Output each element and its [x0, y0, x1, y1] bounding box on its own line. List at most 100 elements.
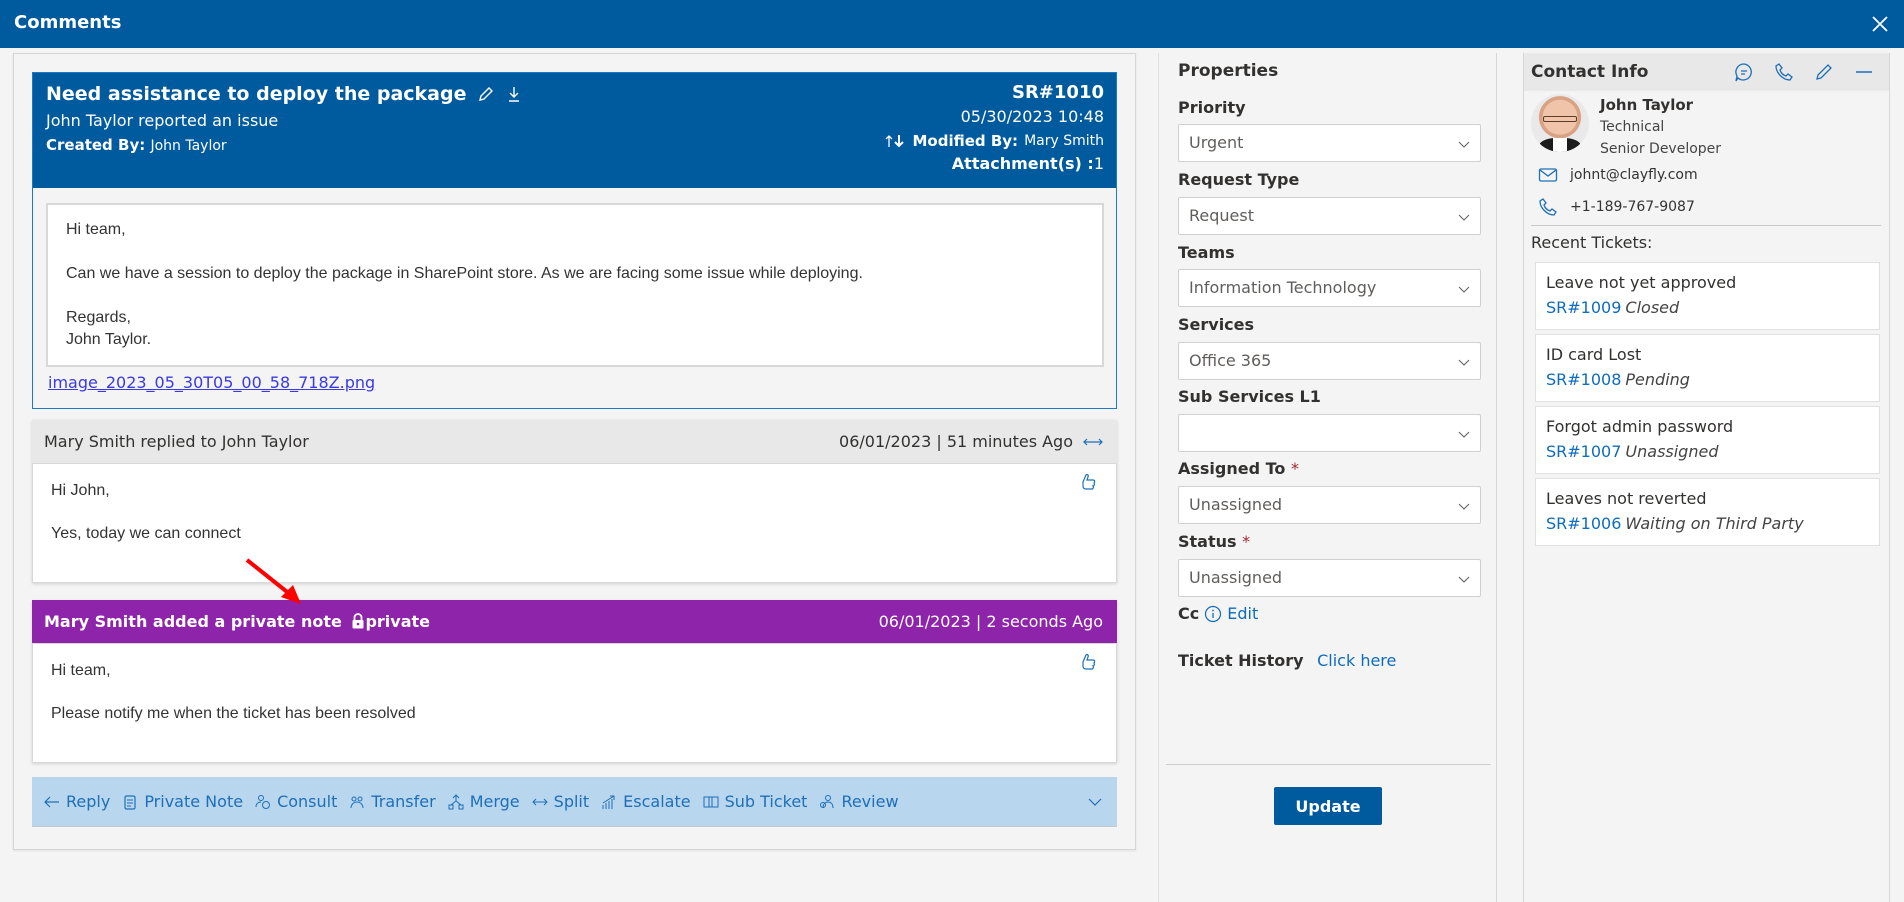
contact-department: Technical	[1600, 119, 1665, 135]
consult-label: Consult	[277, 792, 338, 811]
ticket-id: SR#1010	[1011, 82, 1104, 103]
contact-role: Senior Developer	[1600, 141, 1722, 157]
recent-ticket-id[interactable]: SR#1006	[1546, 514, 1621, 533]
update-button[interactable]: Update	[1274, 787, 1382, 825]
private-note-header-text: Mary Smith added a private note	[44, 612, 342, 631]
transfer-icon	[350, 796, 364, 808]
review-label: Review	[841, 792, 899, 811]
review-icon	[820, 794, 834, 808]
attachment-link[interactable]: image_2023_05_30T05_00_58_718Z.png	[48, 373, 375, 392]
ticket-subject-row: Need assistance to deploy the package	[46, 83, 523, 105]
review-button[interactable]: Review	[819, 792, 899, 811]
teams-label: Teams	[1178, 243, 1235, 262]
split-button[interactable]: Split	[531, 792, 589, 811]
created-by-label: Created By:	[46, 136, 146, 154]
contact-actions	[1733, 61, 1875, 83]
merge-label: Merge	[469, 792, 520, 811]
reply-header-text: Mary Smith replied to John Taylor	[44, 432, 309, 451]
ticket-history-link[interactable]: Click here	[1317, 651, 1396, 670]
recent-ticket-title: Leave not yet approved	[1546, 273, 1737, 292]
reporter-line: John Taylor reported an issue	[46, 111, 279, 130]
recent-ticket-id[interactable]: SR#1009	[1546, 298, 1621, 317]
transfer-button[interactable]: Transfer	[349, 792, 436, 811]
escalate-button[interactable]: Escalate	[601, 792, 691, 811]
divider	[1166, 764, 1491, 765]
reply-line: Hi John,	[51, 482, 110, 499]
edit-pencil-icon[interactable]	[1813, 61, 1835, 83]
status-label: Status *	[1178, 532, 1250, 551]
merge-button[interactable]: Merge	[448, 792, 520, 811]
private-note-timestamp: 06/01/2023 | 2 seconds Ago	[878, 612, 1103, 631]
recent-ticket-id[interactable]: SR#1007	[1546, 442, 1621, 461]
recent-ticket-item[interactable]: Leave not yet approved SR#1009 Closed	[1535, 262, 1880, 330]
merge-icon	[448, 793, 464, 809]
split-icon	[531, 798, 548, 805]
private-note-button[interactable]: Private Note	[122, 792, 243, 811]
recent-ticket-item[interactable]: Forgot admin password SR#1007 Unassigned	[1535, 406, 1880, 474]
minimize-icon[interactable]	[1853, 61, 1875, 83]
download-icon[interactable]	[505, 85, 523, 103]
expand-arrows-icon[interactable]	[1083, 437, 1103, 447]
chat-icon[interactable]	[1733, 61, 1755, 83]
created-by-value: John Taylor	[150, 138, 227, 154]
properties-panel: Properties Priority Urgent Request Type …	[1158, 53, 1497, 902]
recent-ticket-title: ID card Lost	[1546, 345, 1642, 364]
chevron-down-icon	[1458, 431, 1470, 438]
private-note-label: Private Note	[144, 792, 244, 811]
recent-ticket-status: Unassigned	[1625, 442, 1719, 461]
private-note-title: Mary Smith added a private note private	[44, 612, 430, 631]
ticket-body: Hi team, Can we have a session to deploy…	[46, 203, 1104, 367]
assigned-to-label-text: Assigned To	[1178, 459, 1286, 478]
body-greeting: Hi team,	[66, 221, 126, 238]
reply-meta: 06/01/2023 | 51 minutes Ago	[839, 432, 1103, 451]
like-icon[interactable]	[1076, 472, 1098, 494]
contact-phone[interactable]: +1-189-767-9087	[1570, 199, 1695, 215]
priority-label: Priority	[1178, 98, 1246, 117]
sub-ticket-button[interactable]: Sub Ticket	[703, 792, 808, 811]
contact-name: John Taylor	[1600, 96, 1694, 114]
priority-select[interactable]: Urgent	[1178, 124, 1481, 162]
chevron-down-icon	[1458, 286, 1470, 293]
chevron-down-icon	[1458, 141, 1470, 148]
lock-icon	[352, 613, 364, 629]
contact-email[interactable]: johnt@clayfly.com	[1570, 167, 1698, 183]
like-icon[interactable]	[1076, 652, 1098, 674]
private-note-header: Mary Smith added a private note private …	[32, 600, 1117, 643]
request-type-select[interactable]: Request	[1178, 197, 1481, 235]
teams-select[interactable]: Information Technology	[1178, 269, 1481, 307]
ticket-history-label: Ticket History	[1178, 651, 1304, 670]
services-label: Services	[1178, 315, 1255, 334]
services-select[interactable]: Office 365	[1178, 342, 1481, 380]
assigned-to-select[interactable]: Unassigned	[1178, 486, 1481, 524]
ticket-history-row: Ticket History Click here	[1178, 651, 1396, 670]
info-icon[interactable]	[1204, 605, 1222, 623]
escalate-label: Escalate	[623, 792, 691, 811]
note-icon	[124, 794, 136, 810]
cc-edit-link[interactable]: Edit	[1227, 604, 1258, 623]
close-icon[interactable]	[1868, 12, 1892, 36]
consult-icon	[255, 794, 271, 809]
sort-arrows-icon[interactable]	[884, 133, 906, 149]
sub-services-select[interactable]	[1178, 414, 1481, 452]
assigned-to-label: Assigned To *	[1178, 459, 1299, 478]
attachments-count: Attachment(s) :1	[884, 153, 1104, 175]
ticket-meta: SR#1010 05/30/2023 10:48 Modified By: Ma…	[884, 81, 1104, 175]
status-select[interactable]: Unassigned	[1178, 559, 1481, 597]
recent-ticket-item[interactable]: Leaves not reverted SR#1006 Waiting on Th…	[1535, 478, 1880, 546]
chevron-down-icon[interactable]	[1087, 794, 1103, 810]
title-bar: Comments	[0, 0, 1904, 48]
body-closing: Regards,	[66, 309, 131, 326]
ticket-header: Need assistance to deploy the package Jo…	[33, 73, 1116, 188]
mail-icon	[1538, 168, 1558, 182]
reply-header: Mary Smith replied to John Taylor 06/01/…	[32, 420, 1117, 463]
consult-button[interactable]: Consult	[255, 792, 337, 811]
phone-icon[interactable]	[1773, 61, 1795, 83]
contact-info-header: Contact Info	[1524, 53, 1889, 91]
sub-ticket-label: Sub Ticket	[724, 792, 808, 811]
reply-button[interactable]: Reply	[44, 792, 110, 811]
sub-ticket-icon	[703, 796, 719, 807]
recent-ticket-item[interactable]: ID card Lost SR#1008 Pending	[1535, 334, 1880, 402]
edit-pencil-icon[interactable]	[477, 85, 495, 103]
recent-ticket-id[interactable]: SR#1008	[1546, 370, 1621, 389]
required-mark: *	[1242, 532, 1251, 551]
